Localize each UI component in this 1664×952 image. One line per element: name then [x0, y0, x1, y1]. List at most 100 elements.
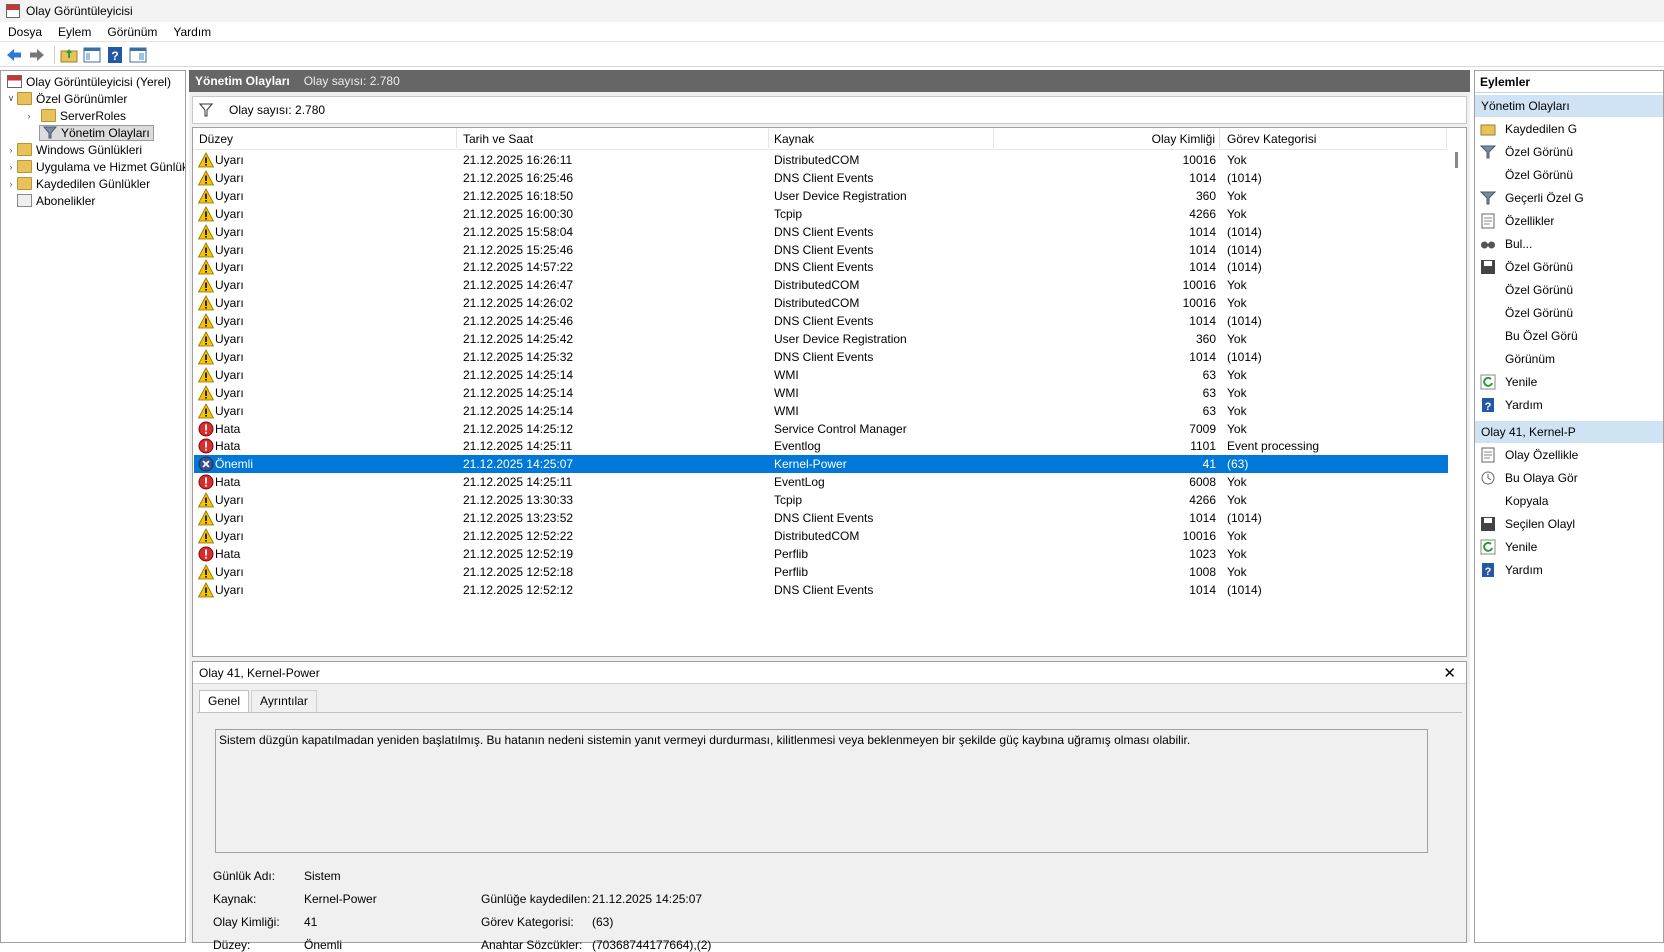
action-item[interactable]: Olay Özellikle	[1475, 445, 1663, 465]
chevron-right-icon[interactable]: ›	[5, 145, 17, 155]
tree-item-server-roles[interactable]: › ServerRoles	[23, 107, 127, 124]
action-item[interactable]: Özel Görünü	[1475, 165, 1663, 185]
table-row[interactable]: Uyarı 21.12.2025 14:25:32 DNS Client Event…	[194, 348, 1448, 366]
table-row[interactable]: Uyarı 21.12.2025 13:30:33 Tcpip 4266 Yok	[194, 491, 1448, 509]
column-divider[interactable]	[993, 128, 994, 148]
back-button[interactable]	[4, 45, 24, 65]
chevron-right-icon[interactable]: ›	[23, 111, 35, 121]
tree-selected-item[interactable]: Yönetim Olayları	[39, 124, 154, 141]
close-icon[interactable]: ✕	[1443, 664, 1456, 682]
table-row[interactable]: Uyarı 21.12.2025 16:25:46 DNS Client Event…	[194, 169, 1448, 187]
forward-button[interactable]	[27, 45, 47, 65]
table-row[interactable]: Uyarı 21.12.2025 14:25:14 WMI 63 Yok	[194, 402, 1448, 420]
action-item[interactable]: Yenile	[1475, 372, 1663, 392]
table-row[interactable]: Uyarı 21.12.2025 14:25:42 User Device Regi…	[194, 330, 1448, 348]
svg-text:?: ?	[1485, 401, 1492, 413]
actions-section-event[interactable]: Olay 41, Kernel-P	[1475, 421, 1663, 443]
action-item[interactable]: Özel Görünü	[1475, 280, 1663, 300]
table-row[interactable]: Hata 21.12.2025 14:25:11 Eventlog 1101 Event…	[194, 437, 1448, 455]
column-header-source[interactable]: Kaynak	[774, 132, 814, 146]
action-item[interactable]: Bu Özel Görü	[1475, 326, 1663, 346]
table-row[interactable]: Uyarı 21.12.2025 12:52:12 DNS Client Event…	[194, 581, 1448, 599]
column-divider[interactable]	[456, 128, 457, 148]
cell-event-id: 360	[1195, 188, 1216, 203]
cell-level: Uyarı	[215, 564, 244, 579]
tree-item-root[interactable]: Olay Görüntüleyicisi (Yerel)	[7, 73, 171, 90]
tab-details[interactable]: Ayrıntılar	[251, 690, 317, 712]
column-divider[interactable]	[1219, 128, 1220, 148]
show-hide-console-tree-button[interactable]	[82, 45, 102, 65]
action-item[interactable]: Özel Görünü	[1475, 257, 1663, 277]
action-item[interactable]: Kaydedilen G	[1475, 119, 1663, 139]
action-item[interactable]: Bul...	[1475, 234, 1663, 254]
table-row[interactable]: Uyarı 21.12.2025 14:26:47 DistributedCOM 10…	[194, 276, 1448, 294]
action-item[interactable]: Bu Olaya Gör	[1475, 468, 1663, 488]
column-header-event-id[interactable]: Olay Kimliği	[1133, 132, 1215, 146]
action-item[interactable]: Özellikler	[1475, 211, 1663, 231]
table-row[interactable]: Uyarı 21.12.2025 14:25:46 DNS Client Event…	[194, 312, 1448, 330]
table-row[interactable]: Uyarı 21.12.2025 14:57:22 DNS Client Event…	[194, 258, 1448, 276]
tree-item-saved-logs[interactable]: › Kaydedilen Günlükler	[5, 175, 151, 192]
cell-date: 21.12.2025 14:25:11	[463, 439, 573, 454]
actions-section-admin-events[interactable]: Yönetim Olayları	[1475, 95, 1663, 117]
action-item[interactable]: ? Yardım	[1475, 560, 1663, 580]
warning-icon	[197, 259, 215, 275]
event-message[interactable]: Sistem düzgün kapatılmadan yeniden başla…	[215, 729, 1428, 853]
table-row[interactable]: Hata 21.12.2025 12:52:19 Perflib 1023 Yok	[194, 545, 1448, 563]
vertical-scrollbar[interactable]	[1448, 150, 1466, 656]
column-divider[interactable]	[768, 128, 769, 148]
column-header-date[interactable]: Tarih ve Saat	[463, 132, 533, 146]
tree-item-subscriptions[interactable]: Abonelikler	[17, 192, 95, 209]
menu-help[interactable]: Yardım	[165, 25, 219, 39]
tree-item-custom-views[interactable]: ∨ Özel Görünümler	[5, 90, 128, 107]
column-header-category[interactable]: Görev Kategorisi	[1227, 132, 1316, 146]
chevron-down-icon[interactable]: ∨	[5, 93, 17, 104]
cell-event-id: 10016	[1182, 278, 1216, 293]
action-item[interactable]: Görünüm	[1475, 349, 1663, 369]
cell-date: 21.12.2025 14:25:14	[463, 403, 574, 418]
tree-item-windows-logs[interactable]: › Windows Günlükleri	[5, 141, 143, 158]
show-hide-action-pane-button[interactable]	[128, 45, 148, 65]
tree-item-admin-events[interactable]: Yönetim Olayları	[39, 124, 154, 141]
chevron-right-icon[interactable]: ›	[5, 162, 17, 172]
table-row[interactable]: Uyarı 21.12.2025 15:25:46 DNS Client Event…	[194, 241, 1448, 259]
table-row[interactable]: Uyarı 21.12.2025 13:23:52 DNS Client Event…	[194, 509, 1448, 527]
column-divider[interactable]	[1446, 128, 1447, 148]
column-header-level[interactable]: Düzey	[199, 132, 233, 146]
action-item[interactable]: Özel Görünü	[1475, 142, 1663, 162]
table-row[interactable]: Uyarı 21.12.2025 15:58:04 DNS Client Event…	[194, 223, 1448, 241]
action-item[interactable]: Kopyala	[1475, 491, 1663, 511]
action-item[interactable]: Özel Görünü	[1475, 303, 1663, 323]
table-row[interactable]: Uyarı 21.12.2025 14:25:14 WMI 63 Yok	[194, 384, 1448, 402]
action-item[interactable]: ? Yardım	[1475, 395, 1663, 415]
menu-file[interactable]: Dosya	[0, 25, 50, 39]
table-row[interactable]: Önemli 21.12.2025 14:25:07 Kernel-Power 41 (…	[194, 455, 1448, 474]
cell-source: Kernel-Power	[774, 457, 847, 472]
help-button[interactable]: ?	[105, 45, 125, 65]
up-folder-button[interactable]	[59, 45, 79, 65]
table-row[interactable]: Uyarı 21.12.2025 16:26:11 DistributedCOM 10…	[194, 151, 1448, 169]
tab-general[interactable]: Genel	[199, 690, 250, 712]
menu-action[interactable]: Eylem	[50, 25, 99, 39]
table-row[interactable]: Hata 21.12.2025 14:25:11 EventLog 6008 Yok	[194, 473, 1448, 491]
scrollbar-thumb[interactable]	[1455, 152, 1458, 168]
action-item[interactable]: Seçilen Olayl	[1475, 514, 1663, 534]
cell-date: 21.12.2025 13:23:52	[463, 511, 574, 525]
warning-icon	[197, 563, 215, 580]
table-row[interactable]: Uyarı 21.12.2025 12:52:22 DistributedCOM 10…	[194, 527, 1448, 545]
table-row[interactable]: Uyarı 21.12.2025 14:25:14 WMI 63 Yok	[194, 366, 1448, 384]
table-row[interactable]: Uyarı 21.12.2025 14:26:02 DistributedCOM 10…	[194, 294, 1448, 312]
menu-view[interactable]: Görünüm	[99, 25, 165, 39]
cell-date: 21.12.2025 15:58:04	[463, 224, 574, 239]
action-item[interactable]: Yenile	[1475, 537, 1663, 557]
properties-icon	[1480, 213, 1496, 229]
table-row[interactable]: Hata 21.12.2025 14:25:12 Service Control M…	[194, 420, 1448, 438]
table-row[interactable]: Uyarı 21.12.2025 16:00:30 Tcpip 4266 Yok	[194, 205, 1448, 223]
chevron-right-icon[interactable]: ›	[5, 179, 17, 189]
action-item[interactable]: Geçerli Özel G	[1475, 188, 1663, 208]
table-row[interactable]: Uyarı 21.12.2025 16:18:50 User Device Regi…	[194, 187, 1448, 205]
table-row[interactable]: Uyarı 21.12.2025 12:52:18 Perflib 1008 Yok	[194, 563, 1448, 581]
tree-item-app-service-logs[interactable]: › Uygulama ve Hizmet Günlükl	[5, 158, 186, 175]
cell-category: (1014)	[1227, 314, 1262, 329]
cell-level: Hata	[215, 421, 241, 436]
